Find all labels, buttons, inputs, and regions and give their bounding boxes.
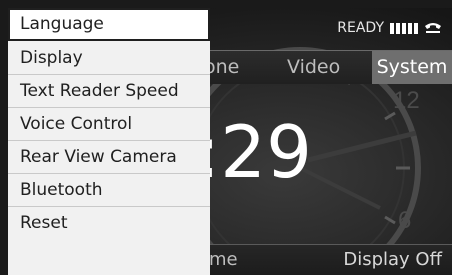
head-unit-screen: 12 6 READY one Video System :29 ime Disp… xyxy=(8,8,452,275)
clock-numeral-6: 6 xyxy=(398,207,411,234)
menu-item-bluetooth[interactable]: Bluetooth xyxy=(8,174,210,207)
menu-item-rear-view-camera[interactable]: Rear View Camera xyxy=(8,141,210,174)
menu-item-display[interactable]: Display xyxy=(8,42,210,75)
menu-item-voice-control[interactable]: Voice Control xyxy=(8,108,210,141)
tab-phone[interactable]: one xyxy=(204,51,254,84)
tab-video[interactable]: Video xyxy=(287,51,357,84)
signal-strength-icon xyxy=(390,22,418,34)
menu-item-text-reader-speed[interactable]: Text Reader Speed xyxy=(8,75,210,108)
tab-system[interactable]: System xyxy=(372,51,452,84)
display-off-button[interactable]: Display Off xyxy=(343,249,442,270)
system-settings-menu: Language Display Text Reader Speed Voice… xyxy=(8,8,210,275)
phone-handset-icon xyxy=(424,22,442,34)
status-bar: READY xyxy=(337,17,452,39)
ready-status-text: READY xyxy=(337,20,384,36)
clock-numeral-12: 12 xyxy=(393,87,420,114)
menu-item-language[interactable]: Language xyxy=(8,8,210,41)
menu-item-reset[interactable]: Reset xyxy=(8,207,210,240)
digital-time: :29 xyxy=(196,110,312,194)
